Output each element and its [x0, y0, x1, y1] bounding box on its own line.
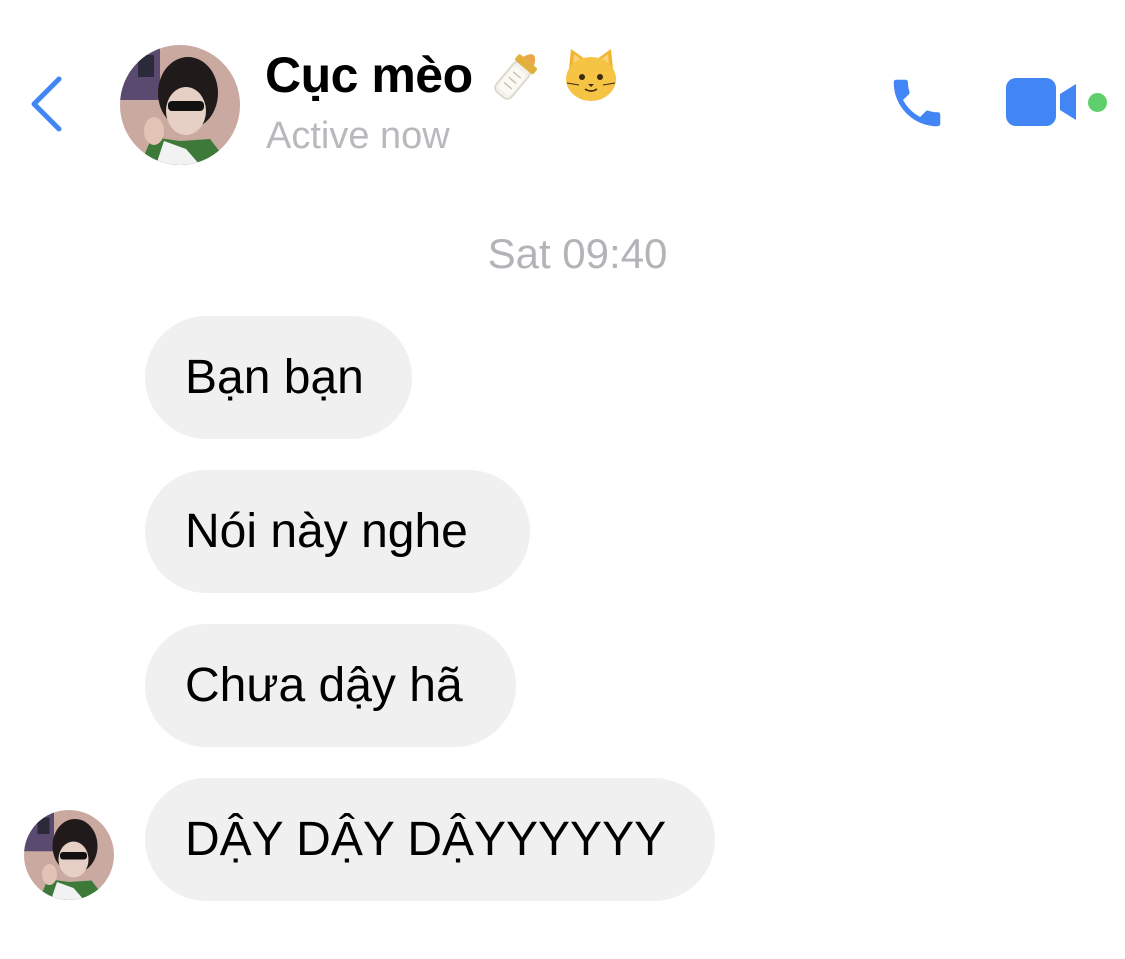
phone-icon [893, 79, 941, 127]
contact-avatar[interactable] [120, 45, 240, 165]
baby-bottle-icon [487, 45, 547, 105]
sender-avatar[interactable] [24, 810, 114, 900]
message-text: Chưa dậy hã [185, 659, 463, 712]
message-bubble[interactable]: Bạn bạn [145, 316, 412, 439]
message-bubble[interactable]: Chưa dậy hã [145, 624, 516, 747]
contact-name[interactable]: Cục mèo [265, 42, 621, 108]
video-camera-icon [1006, 78, 1076, 126]
presence-dot [1088, 93, 1107, 112]
video-call-button[interactable] [1002, 72, 1082, 132]
chevron-left-icon [31, 76, 62, 132]
active-status: Active now [266, 115, 450, 157]
message-bubble[interactable]: DẬY DẬY DẬYYYYYY [145, 778, 715, 901]
cat-face-icon [561, 45, 621, 105]
chat-screen: Cục mèo Active now Sat 09:40 Bạn bạn Nói… [0, 0, 1125, 959]
message-bubble[interactable]: Nói này nghe [145, 470, 530, 593]
message-text: DẬY DẬY DẬYYYYYY [185, 813, 667, 866]
message-text: Nói này nghe [185, 505, 468, 558]
message-text: Bạn bạn [185, 351, 364, 404]
voice-call-button[interactable] [882, 70, 952, 136]
message-timestamp: Sat 09:40 [487, 230, 668, 277]
contact-name-text: Cục mèo [265, 47, 473, 103]
back-button[interactable] [22, 72, 70, 136]
